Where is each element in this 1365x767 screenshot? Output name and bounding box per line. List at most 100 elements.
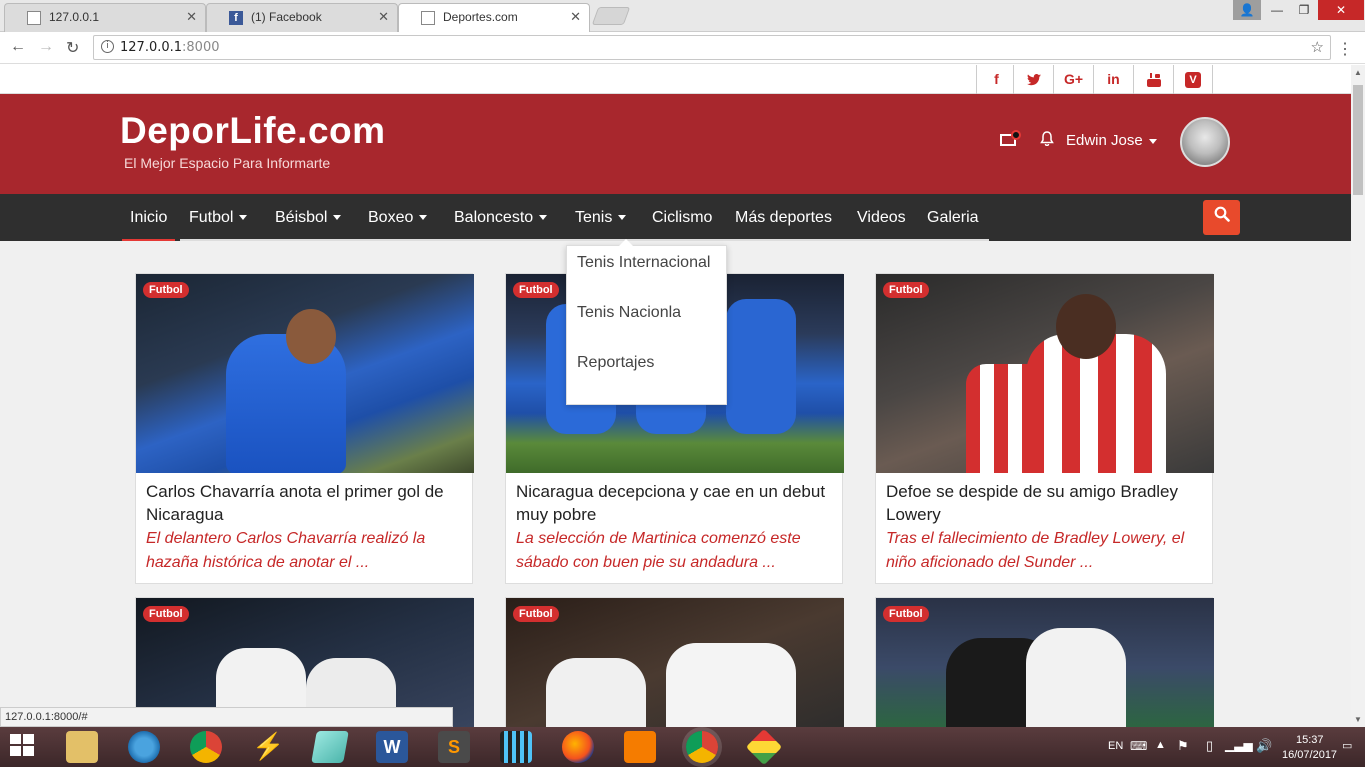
- firefox-icon[interactable]: [562, 731, 594, 763]
- lightning-app-icon[interactable]: ⚡: [252, 731, 284, 763]
- restore-button[interactable]: ❐: [1290, 0, 1318, 20]
- word-icon[interactable]: W: [376, 731, 408, 763]
- avatar[interactable]: [1180, 117, 1230, 167]
- nav-item-futbol[interactable]: Futbol: [189, 194, 248, 241]
- dropdown-item-tenis-nacional[interactable]: Tenis Nacionla: [577, 304, 681, 322]
- minimize-button[interactable]: —: [1263, 0, 1291, 20]
- keyboard-icon[interactable]: ⌨: [1130, 739, 1147, 753]
- flag-icon[interactable]: ⚑: [1177, 738, 1189, 754]
- dropdown-item-reportajes[interactable]: Reportajes: [577, 354, 654, 372]
- card-title[interactable]: Defoe se despide de su amigo Bradley Low…: [886, 480, 1204, 526]
- close-icon[interactable]: ✕: [186, 9, 197, 25]
- battery-icon[interactable]: ▯: [1206, 738, 1213, 754]
- user-icon[interactable]: 👤: [1233, 0, 1261, 20]
- linkedin-icon[interactable]: in: [1093, 65, 1133, 94]
- url-input[interactable]: i 127.0.0.1:8000 ☆: [93, 35, 1331, 60]
- browser-tab-active[interactable]: Deportes.com ✕: [398, 3, 590, 32]
- volume-icon[interactable]: 🔊: [1256, 738, 1272, 754]
- windows-taskbar: ⚡ W S EN ⌨ ▲ ⚑ ▯ ▁▃▅ 🔊 15:37 16/07/2017 …: [0, 727, 1365, 767]
- chevron-down-icon: [1148, 138, 1157, 144]
- nav-item-tenis[interactable]: Tenis: [575, 194, 627, 241]
- vine-icon[interactable]: V: [1173, 65, 1213, 94]
- media-player-icon[interactable]: [128, 731, 160, 763]
- category-badge[interactable]: Futbol: [143, 606, 189, 622]
- facebook-icon[interactable]: f: [976, 65, 1016, 94]
- user-menu[interactable]: Edwin Jose: [1066, 132, 1157, 149]
- news-card[interactable]: Futbol: [505, 597, 844, 727]
- file-explorer-icon[interactable]: [66, 731, 98, 763]
- nav-item-mas-deportes[interactable]: Más deportes: [735, 194, 832, 241]
- card-excerpt: Tras el fallecimiento de Bradley Lowery,…: [886, 530, 1185, 571]
- signal-icon[interactable]: ▁▃▅: [1225, 738, 1253, 752]
- category-badge[interactable]: Futbol: [513, 606, 559, 622]
- facebook-icon: f: [229, 11, 243, 25]
- browser-tab-strip: 127.0.0.1 ✕ f (1) Facebook ✕ Deportes.co…: [0, 0, 1365, 32]
- language-indicator[interactable]: EN: [1108, 740, 1123, 752]
- nav-item-beisbol[interactable]: Béisbol: [275, 194, 342, 241]
- nav-item-ciclismo[interactable]: Ciclismo: [652, 194, 712, 241]
- player-head: [286, 309, 336, 364]
- video-editor-icon[interactable]: [500, 731, 532, 763]
- address-toolbar: ← → ↻ i 127.0.0.1:8000 ☆ ⋮: [0, 32, 1365, 64]
- category-badge[interactable]: Futbol: [883, 606, 929, 622]
- back-arrow-icon[interactable]: ←: [10, 38, 26, 56]
- user-name: Edwin Jose: [1066, 132, 1143, 149]
- forward-arrow-icon[interactable]: →: [38, 38, 54, 56]
- tab-title: 127.0.0.1: [49, 10, 100, 24]
- dropdown-item-tenis-internacional[interactable]: Tenis Internacional: [577, 254, 710, 272]
- tray-expand-icon[interactable]: ▲: [1155, 739, 1166, 751]
- card-title[interactable]: Nicaragua decepciona y cae en un debut m…: [516, 480, 834, 526]
- category-badge[interactable]: Futbol: [883, 282, 929, 298]
- notifications-icon[interactable]: ▭: [1342, 739, 1352, 752]
- browser-tab[interactable]: 127.0.0.1 ✕: [4, 3, 206, 32]
- site-tagline: El Mejor Espacio Para Informarte: [124, 155, 331, 171]
- close-icon[interactable]: ✕: [570, 9, 581, 25]
- search-button[interactable]: [1203, 200, 1240, 235]
- git-app-icon[interactable]: [745, 728, 783, 766]
- sublime-text-icon[interactable]: S: [438, 731, 470, 763]
- window-close-button[interactable]: ✕: [1318, 0, 1364, 20]
- news-card[interactable]: Futbol Carlos Chavarría anota el primer …: [135, 273, 474, 584]
- twitter-icon[interactable]: [1013, 65, 1053, 94]
- card-image[interactable]: [876, 274, 1214, 473]
- info-icon[interactable]: i: [101, 40, 114, 53]
- clock-date[interactable]: 16/07/2017: [1282, 749, 1337, 761]
- notes-app-icon[interactable]: [311, 731, 349, 763]
- news-card[interactable]: Futbol: [875, 597, 1214, 727]
- card-title[interactable]: Carlos Chavarría anota el primer gol de …: [146, 480, 464, 526]
- youtube-icon[interactable]: [1133, 65, 1173, 94]
- player-head: [1056, 294, 1116, 359]
- site-logo[interactable]: DeporLife.com: [120, 110, 386, 152]
- search-icon: [1214, 206, 1230, 222]
- windows-start-icon[interactable]: [8, 731, 40, 763]
- news-card[interactable]: Futbol Defoe se despide de su amigo Brad…: [875, 273, 1214, 584]
- tab-title: (1) Facebook: [251, 10, 322, 24]
- scroll-up-icon[interactable]: ▲: [1354, 68, 1362, 77]
- tab-title: Deportes.com: [443, 10, 518, 24]
- category-badge[interactable]: Futbol: [143, 282, 189, 298]
- scroll-thumb[interactable]: [1353, 85, 1363, 195]
- close-icon[interactable]: ✕: [378, 9, 389, 25]
- page-scrollbar[interactable]: ▲ ▼: [1351, 65, 1365, 727]
- url-port: :8000: [182, 40, 220, 55]
- site-header: DeporLife.com El Mejor Espacio Para Info…: [0, 94, 1351, 194]
- chrome-active-icon[interactable]: [686, 731, 718, 763]
- scroll-down-icon[interactable]: ▼: [1354, 715, 1362, 724]
- chrome-icon[interactable]: [190, 731, 222, 763]
- clock-time[interactable]: 15:37: [1296, 734, 1324, 746]
- browser-tab[interactable]: f (1) Facebook ✕: [206, 3, 398, 32]
- nav-item-boxeo[interactable]: Boxeo: [368, 194, 428, 241]
- category-badge[interactable]: Futbol: [513, 282, 559, 298]
- menu-kebab-icon[interactable]: ⋮: [1337, 39, 1353, 59]
- nav-item-baloncesto[interactable]: Baloncesto: [454, 194, 548, 241]
- reload-icon[interactable]: ↻: [66, 38, 79, 58]
- new-tab-button[interactable]: [591, 7, 631, 25]
- card-image[interactable]: [136, 274, 474, 473]
- nav-item-videos[interactable]: Videos: [857, 194, 906, 241]
- google-plus-icon[interactable]: G+: [1053, 65, 1093, 94]
- bookmark-star-icon[interactable]: ☆: [1311, 38, 1324, 56]
- nav-item-galeria[interactable]: Galeria: [927, 194, 979, 241]
- bell-icon[interactable]: [1040, 131, 1054, 150]
- video-player-icon[interactable]: [624, 731, 656, 763]
- nav-item-inicio[interactable]: Inicio: [121, 194, 176, 241]
